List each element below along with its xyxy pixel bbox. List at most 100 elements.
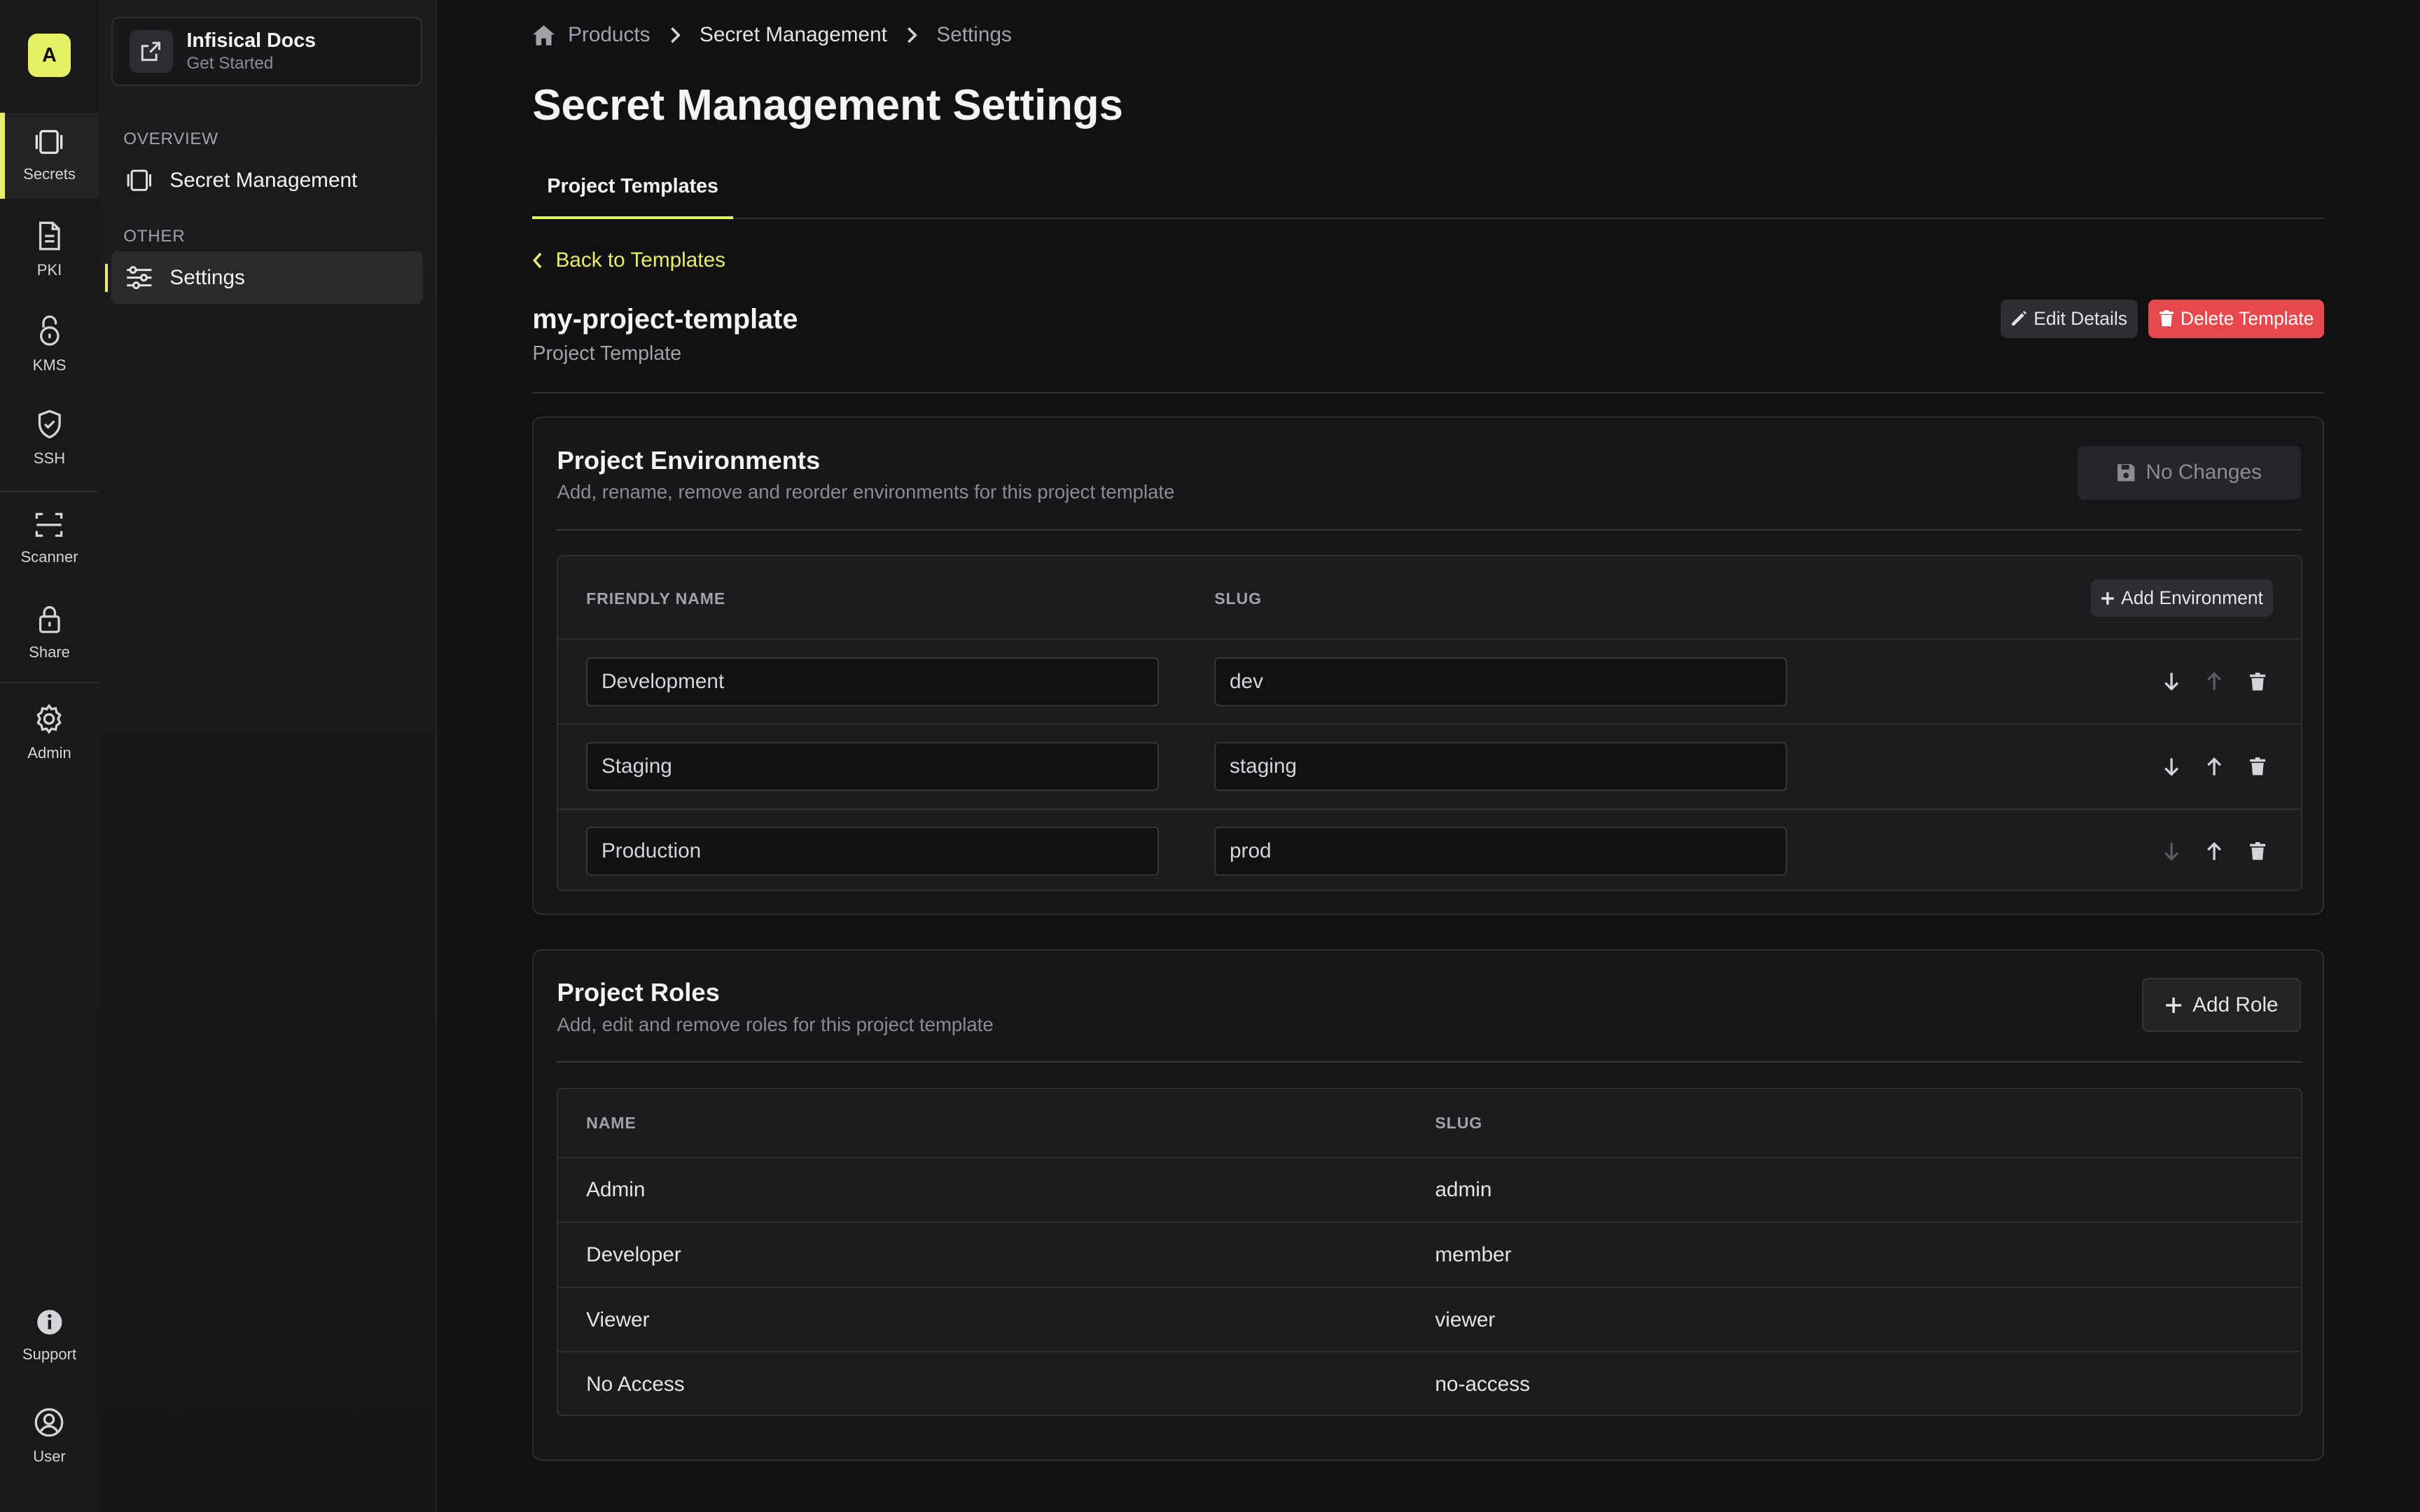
breadcrumb-products[interactable]: Products: [568, 23, 650, 47]
edit-details-button[interactable]: Edit Details: [2000, 299, 2138, 338]
environments-subtitle: Add, rename, remove and reorder environm…: [557, 481, 1175, 503]
project-environments-card: Project Environments Add, rename, remove…: [532, 416, 2324, 915]
rail-label: SSH: [33, 449, 66, 467]
role-name: Viewer: [586, 1308, 650, 1331]
chevron-left-icon: [532, 252, 543, 269]
table-row: [558, 640, 2301, 725]
rail-item-pki[interactable]: PKI: [0, 206, 99, 293]
move-down-icon[interactable]: [2159, 669, 2183, 694]
move-up-icon: [2202, 669, 2227, 694]
page-title: Secret Management Settings: [532, 80, 1123, 130]
other-section-label: OTHER: [123, 227, 186, 246]
overview-section-label: OVERVIEW: [123, 130, 218, 149]
section-divider: [532, 391, 2325, 394]
back-label: Back to Templates: [555, 248, 725, 272]
move-down-icon[interactable]: [2159, 754, 2183, 778]
rail-divider: [0, 490, 99, 493]
rail-label: Admin: [27, 743, 71, 762]
rail-label: User: [33, 1447, 66, 1465]
rail-item-admin[interactable]: Admin: [0, 690, 99, 776]
role-slug: no-access: [1435, 1373, 1530, 1396]
chevron-right-icon: [669, 26, 681, 44]
move-up-icon[interactable]: [2202, 754, 2227, 778]
roles-subtitle: Add, edit and remove roles for this proj…: [557, 1013, 994, 1035]
add-role-label: Add Role: [2192, 993, 2279, 1016]
pki-document-icon: [36, 220, 64, 251]
add-role-button[interactable]: Add Role: [2142, 978, 2302, 1032]
trash-icon[interactable]: [2246, 754, 2270, 778]
rail-item-share[interactable]: Share: [0, 589, 99, 676]
roles-title: Project Roles: [557, 978, 720, 1007]
icon-rail: A Secrets PKI KMS SSH Scanner Share Admi…: [0, 0, 101, 1512]
breadcrumb-settings: Settings: [936, 23, 1012, 47]
table-row[interactable]: Viewer viewer: [558, 1288, 2301, 1353]
rail-item-user[interactable]: User: [0, 1393, 99, 1479]
rail-item-scanner[interactable]: Scanner: [0, 496, 99, 582]
no-changes-label: No Changes: [2146, 461, 2262, 484]
table-row: [558, 810, 2300, 893]
card-divider: [557, 528, 2303, 531]
add-environment-label: Add Environment: [2121, 587, 2263, 609]
environment-name-input[interactable]: [586, 657, 1159, 707]
environments-table: FRIENDLY NAME SLUG Add Environment: [557, 555, 2302, 893]
environment-slug-input[interactable]: [1214, 826, 1787, 876]
col-slug: SLUG: [1435, 1113, 1483, 1132]
breadcrumb: Products Secret Management Settings: [532, 23, 1012, 47]
rail-item-ssh[interactable]: SSH: [0, 395, 99, 481]
ssh-shield-icon: [36, 409, 64, 440]
rail-label: Support: [22, 1345, 77, 1364]
trash-icon[interactable]: [2246, 839, 2270, 864]
sidebar-item-settings[interactable]: Settings: [104, 251, 423, 304]
environment-slug-input[interactable]: [1214, 741, 1787, 792]
rail-label: Share: [29, 643, 70, 662]
sliders-icon: [123, 265, 154, 290]
environment-name-input[interactable]: [586, 826, 1159, 876]
card-divider: [557, 1061, 2303, 1063]
role-name: Admin: [586, 1178, 646, 1202]
no-changes-button[interactable]: No Changes: [2077, 445, 2302, 500]
sidebar-item-label: Settings: [169, 265, 245, 289]
rail-item-kms[interactable]: KMS: [0, 301, 99, 387]
move-down-icon: [2159, 839, 2183, 864]
org-avatar[interactable]: A: [27, 34, 71, 78]
add-environment-button[interactable]: Add Environment: [2091, 580, 2274, 617]
rail-label: Secrets: [23, 165, 76, 183]
rail-item-secrets[interactable]: Secrets: [0, 112, 99, 200]
trash-icon[interactable]: [2246, 669, 2270, 694]
user-icon: [34, 1407, 64, 1438]
delete-template-button[interactable]: Delete Template: [2148, 299, 2325, 338]
rail-item-support[interactable]: Support: [0, 1293, 99, 1379]
template-type: Project Template: [532, 342, 682, 365]
col-friendly-name: FRIENDLY NAME: [586, 589, 726, 608]
project-roles-card: Project Roles Add, edit and remove roles…: [532, 948, 2324, 1461]
docs-subtitle: Get Started: [186, 54, 274, 74]
col-name: NAME: [586, 1113, 637, 1132]
table-row[interactable]: Developer member: [558, 1223, 2301, 1288]
move-up-icon[interactable]: [2202, 839, 2227, 864]
trash-icon: [2159, 310, 2174, 327]
edit-details-label: Edit Details: [2033, 307, 2127, 329]
role-slug: viewer: [1435, 1308, 1496, 1331]
tab-project-templates[interactable]: Project Templates: [532, 158, 733, 219]
table-row[interactable]: No Access no-access: [558, 1353, 2300, 1416]
secrets-icon: [34, 128, 64, 156]
environment-name-input[interactable]: [586, 741, 1159, 792]
scanner-icon: [34, 511, 64, 539]
table-header: NAME SLUG: [558, 1089, 2301, 1158]
breadcrumb-secret-management[interactable]: Secret Management: [700, 23, 887, 47]
table-row: [558, 724, 2301, 810]
template-name: my-project-template: [532, 304, 798, 335]
share-lock-icon: [36, 603, 64, 634]
chevron-right-icon: [905, 26, 918, 44]
sidebar-item-secret-management[interactable]: Secret Management: [111, 154, 423, 206]
back-to-templates-link[interactable]: Back to Templates: [532, 248, 725, 272]
docs-link-card[interactable]: Infisical Docs Get Started: [111, 17, 423, 86]
environment-slug-input[interactable]: [1214, 657, 1787, 707]
table-row[interactable]: Admin admin: [558, 1158, 2301, 1224]
save-icon: [2117, 463, 2135, 482]
role-name: Developer: [586, 1243, 681, 1267]
home-icon[interactable]: [532, 24, 555, 46]
role-slug: admin: [1435, 1178, 1492, 1202]
table-header: FRIENDLY NAME SLUG Add Environment: [558, 556, 2301, 640]
roles-table: NAME SLUG Admin admin Developer member V…: [557, 1087, 2302, 1416]
